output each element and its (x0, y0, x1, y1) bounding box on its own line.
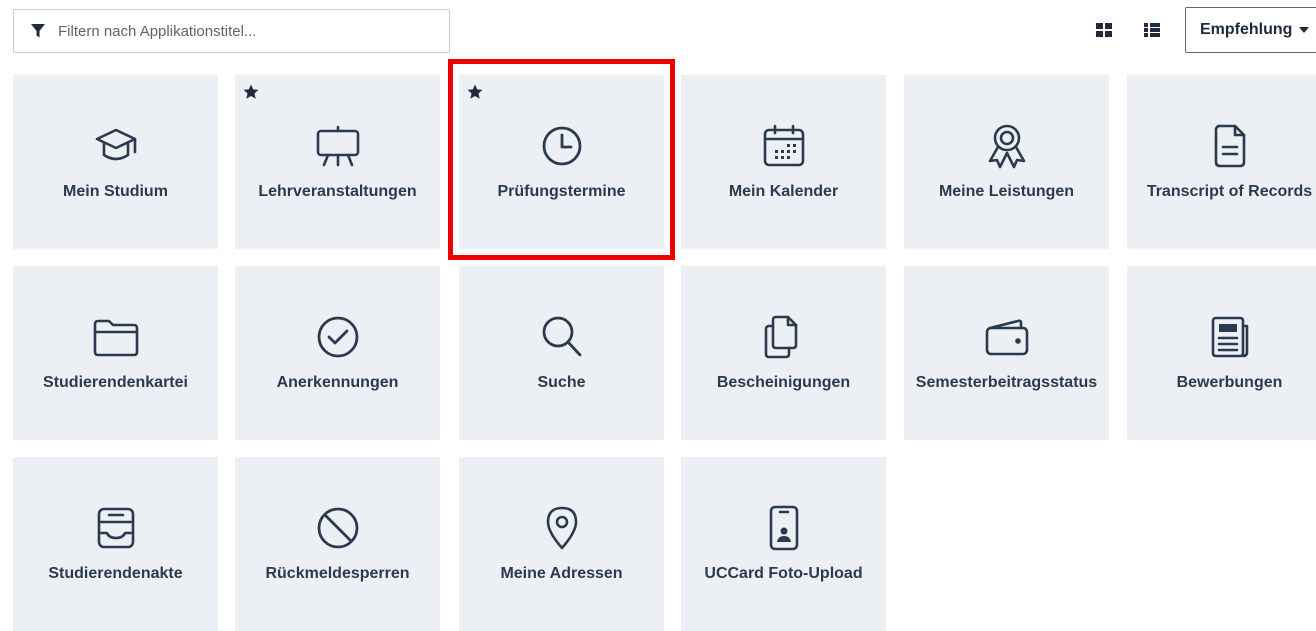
sort-dropdown[interactable]: Empfehlung (1185, 7, 1316, 53)
tile-meine-leistungen[interactable]: Meine Leistungen (904, 75, 1109, 249)
map-pin-icon (536, 502, 588, 554)
tile-label: Prüfungstermine (497, 183, 626, 200)
tile-label: Suche (537, 374, 586, 391)
tile-mein-kalender[interactable]: Mein Kalender (681, 75, 886, 249)
tile-label: Meine Adressen (500, 565, 623, 582)
tile-label: Lehrveranstaltungen (258, 183, 417, 200)
check-circle-icon (312, 311, 364, 363)
copy-documents-icon (758, 311, 810, 363)
folder-icon (90, 311, 142, 363)
tile-label: Studierendenkartei (43, 374, 188, 391)
tile-uccard-foto-upload[interactable]: UCCard Foto-Upload (681, 457, 886, 631)
archive-box-icon (90, 502, 142, 554)
filter-input[interactable] (58, 22, 449, 40)
sort-label: Empfehlung (1200, 21, 1293, 38)
tile-label: Mein Studium (63, 183, 168, 200)
ban-icon (312, 502, 364, 554)
caret-down-icon (1299, 27, 1310, 33)
star-icon[interactable] (243, 84, 259, 100)
list-view-button[interactable] (1144, 22, 1160, 38)
tile-meine-adressen[interactable]: Meine Adressen (459, 457, 664, 631)
grid-view-button[interactable] (1096, 22, 1112, 38)
calendar-icon (758, 120, 810, 172)
grid-view-icon (1096, 22, 1112, 38)
tile-studierendenkartei[interactable]: Studierendenkartei (13, 266, 218, 440)
wallet-icon (981, 311, 1033, 363)
tile-label: Studierendenakte (48, 565, 183, 582)
tile-suche[interactable]: Suche (459, 266, 664, 440)
tile-label: Bescheinigungen (716, 374, 851, 391)
tile-label: Transcript of Records (1146, 183, 1313, 200)
award-ribbon-icon (981, 120, 1033, 172)
filter-icon (30, 23, 46, 39)
tile-studierendenakte[interactable]: Studierendenakte (13, 457, 218, 631)
id-card-icon (758, 502, 810, 554)
tile-anerkennungen[interactable]: Anerkennungen (235, 266, 440, 440)
document-icon (1204, 120, 1256, 172)
filter-field[interactable] (13, 9, 450, 53)
tile-bewerbungen[interactable]: Bewerbungen (1127, 266, 1316, 440)
star-icon[interactable] (467, 84, 483, 100)
clock-icon (536, 120, 588, 172)
tile-label: Mein Kalender (728, 183, 839, 200)
tile-transcript-of-records[interactable]: Transcript of Records (1127, 75, 1316, 249)
tile-label: Anerkennungen (276, 374, 399, 391)
tile-label: Semesterbeitragsstatus (915, 374, 1098, 391)
tile-mein-studium[interactable]: Mein Studium (13, 75, 218, 249)
tile-rueckmeldesperren[interactable]: Rückmeldesperren (235, 457, 440, 631)
graduation-cap-icon (90, 120, 142, 172)
search-icon (536, 311, 588, 363)
newspaper-icon (1204, 311, 1256, 363)
tile-lehrveranstaltungen[interactable]: Lehrveranstaltungen (235, 75, 440, 249)
easel-icon (312, 120, 364, 172)
tile-label: Bewerbungen (1176, 374, 1283, 391)
list-view-icon (1144, 22, 1160, 38)
tile-label: Meine Leistungen (938, 183, 1075, 200)
tile-label: UCCard Foto-Upload (704, 565, 863, 582)
tile-pruefungstermine[interactable]: Prüfungstermine (459, 75, 664, 249)
tile-label: Rückmeldesperren (265, 565, 410, 582)
tile-bescheinigungen[interactable]: Bescheinigungen (681, 266, 886, 440)
tile-semesterbeitragsstatus[interactable]: Semesterbeitragsstatus (904, 266, 1109, 440)
